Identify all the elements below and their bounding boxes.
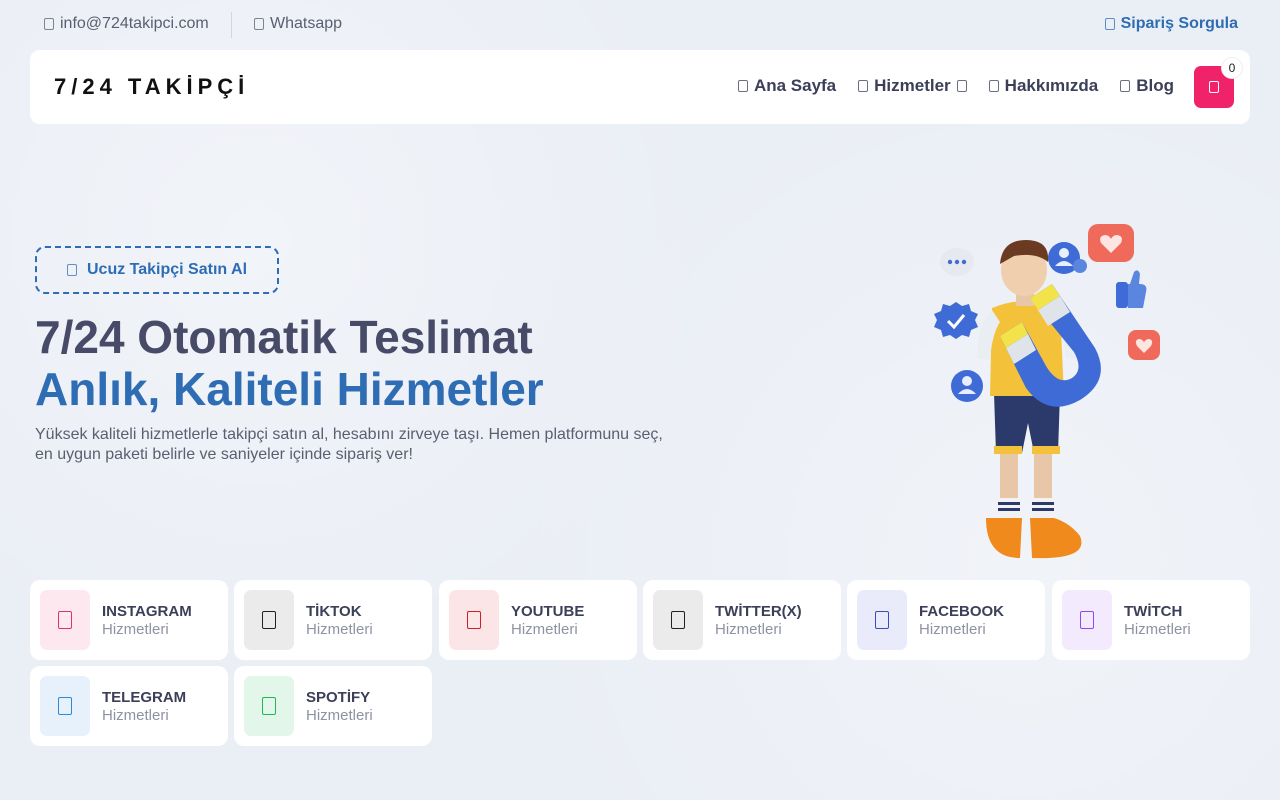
service-card-tiktok[interactable]: TİKTOK Hizmetleri: [234, 580, 432, 660]
service-name: SPOTİFY: [306, 689, 371, 706]
nav-menu: Ana Sayfa Hizmetler Hakkımızda Blog: [737, 76, 1174, 96]
facebook-icon-box: [857, 590, 907, 650]
mail-icon: [44, 18, 54, 30]
cart-button[interactable]: 0: [1194, 58, 1242, 108]
email-text: info@724takipci.com: [60, 15, 209, 32]
nav-item-home[interactable]: Ana Sayfa: [737, 76, 837, 96]
whatsapp-text: Whatsapp: [270, 15, 343, 32]
nav-item-label: Ana Sayfa: [753, 76, 837, 95]
service-subtitle: Hizmetleri: [306, 621, 373, 638]
service-name: YOUTUBE: [511, 603, 585, 620]
service-subtitle: Hizmetleri: [715, 621, 782, 638]
order-query-text: Sipariş Sorgula: [1120, 15, 1238, 32]
youtube-icon: [467, 611, 481, 629]
service-name: TİKTOK: [306, 603, 362, 620]
chevron-down-icon: [956, 80, 967, 92]
cart-count-badge: 0: [1222, 58, 1242, 78]
service-subtitle: Hizmetleri: [306, 707, 373, 724]
facebook-icon: [875, 611, 889, 629]
hero-headline-line1: 7/24 Otomatik Teslimat: [35, 311, 533, 363]
youtube-icon-box: [449, 590, 499, 650]
nav-item-label: Blog: [1136, 76, 1174, 95]
service-card-youtube[interactable]: YOUTUBE Hizmetleri: [439, 580, 637, 660]
nav-item-blog[interactable]: Blog: [1120, 76, 1174, 96]
hero-description: Yüksek kaliteli hizmetlerle takipçi satı…: [35, 426, 663, 463]
twitch-icon: [1080, 611, 1094, 629]
service-subtitle: Hizmetleri: [919, 621, 986, 638]
info-icon: [988, 80, 999, 92]
service-subtitle: Hizmetleri: [102, 707, 169, 724]
x-icon: [671, 611, 685, 629]
tag-icon: [66, 264, 77, 276]
instagram-icon-box: [40, 590, 90, 650]
service-name: TWİTTER(X): [715, 603, 802, 620]
spotify-icon-box: [244, 676, 294, 736]
order-query-link[interactable]: Sipariş Sorgula: [1104, 15, 1238, 33]
cheap-followers-badge[interactable]: Ucuz Takipçi Satın Al: [35, 246, 279, 294]
nav-item-label: Hakkımızda: [1004, 76, 1099, 95]
tiktok-icon-box: [244, 590, 294, 650]
instagram-icon: [58, 611, 72, 629]
blog-icon: [1120, 80, 1131, 92]
service-card-twitter[interactable]: TWİTTER(X) Hizmetleri: [643, 580, 841, 660]
search-icon: [1104, 18, 1115, 30]
twitter-icon-box: [653, 590, 703, 650]
hero-illustration: [934, 224, 1160, 559]
spotify-icon: [262, 697, 276, 715]
thumbs-up-icon: [1116, 270, 1147, 308]
telegram-icon: [58, 697, 72, 715]
twitch-icon-box: [1062, 590, 1112, 650]
cart-icon: [1209, 81, 1219, 93]
home-icon: [737, 80, 748, 92]
service-name: INSTAGRAM: [102, 603, 192, 620]
badge-text: Ucuz Takipçi Satın Al: [86, 261, 248, 278]
email-link[interactable]: info@724takipci.com: [44, 15, 209, 33]
top-bar: info@724takipci.com Whatsapp Sipariş Sor…: [0, 0, 1280, 50]
heart-bubble-icon: [1088, 224, 1134, 262]
chat-bubble-icon: [940, 248, 974, 276]
nav-item-services[interactable]: Hizmetler: [858, 76, 967, 96]
service-card-instagram[interactable]: INSTAGRAM Hizmetleri: [30, 580, 228, 660]
whatsapp-icon: [254, 18, 264, 30]
grid-icon: [858, 80, 869, 92]
site-logo[interactable]: 7/24 TAKİPÇİ: [54, 74, 249, 100]
service-card-twitch[interactable]: TWİTCH Hizmetleri: [1052, 580, 1250, 660]
nav-item-label: Hizmetler: [874, 76, 951, 95]
service-card-spotify[interactable]: SPOTİFY Hizmetleri: [234, 666, 432, 746]
service-card-facebook[interactable]: FACEBOOK Hizmetleri: [847, 580, 1045, 660]
service-name: TWİTCH: [1124, 603, 1183, 620]
user-avatar-icon: [951, 370, 983, 402]
tiktok-icon: [262, 611, 276, 629]
service-subtitle: Hizmetleri: [1124, 621, 1191, 638]
service-subtitle: Hizmetleri: [511, 621, 578, 638]
service-name: FACEBOOK: [919, 603, 1005, 620]
service-subtitle: Hizmetleri: [102, 621, 169, 638]
user-add-icon: [1048, 242, 1087, 274]
service-name: TELEGRAM: [102, 689, 187, 706]
whatsapp-link[interactable]: Whatsapp: [254, 15, 342, 33]
service-card-telegram[interactable]: TELEGRAM Hizmetleri: [30, 666, 228, 746]
topbar-divider: [231, 12, 232, 38]
nav-item-about[interactable]: Hakkımızda: [988, 76, 1099, 96]
telegram-icon-box: [40, 676, 90, 736]
heart-bubble-icon: [1128, 330, 1160, 360]
main-navbar: 7/24 TAKİPÇİ Ana Sayfa Hizmetler Hakkımı…: [30, 50, 1250, 124]
verified-badge-icon: [934, 302, 978, 339]
hero-headline-line2: Anlık, Kaliteli Hizmetler: [35, 363, 544, 415]
